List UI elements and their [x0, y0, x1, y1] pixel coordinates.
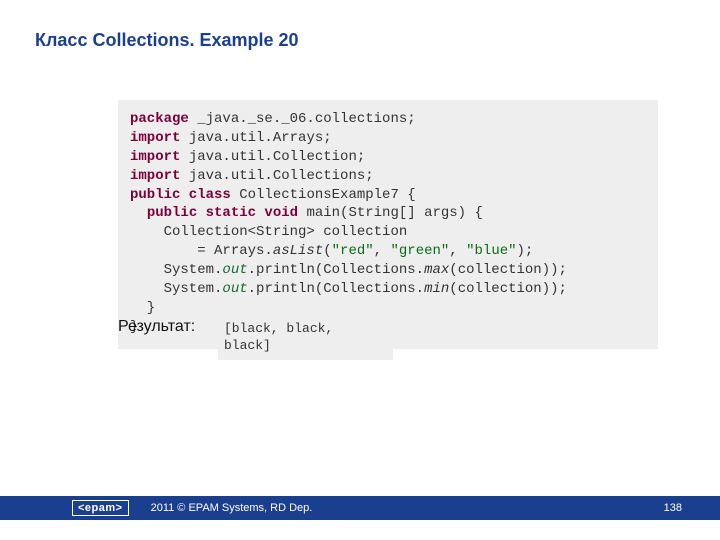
code-text: , — [449, 243, 466, 259]
code-line: = Arrays.asList("red", "green", "blue"); — [130, 242, 646, 261]
code-line: import java.util.Collection; — [130, 148, 646, 167]
field-ref: out — [222, 281, 247, 297]
keyword: public class — [130, 187, 231, 203]
keyword: import — [130, 149, 180, 165]
output-line: [black, black, — [224, 321, 387, 338]
code-line: import java.util.Arrays; — [130, 129, 646, 148]
code-line: System.out.println(Collections.max(colle… — [130, 261, 646, 280]
code-text: .println(Collections. — [248, 281, 424, 297]
code-line: } — [130, 299, 646, 318]
code-text: = Arrays. — [130, 243, 273, 259]
string-literal: "green" — [390, 243, 449, 259]
slide: Класс Collections. Example 20 package _j… — [0, 0, 720, 540]
method-name: max — [424, 262, 449, 278]
method-name: asList — [273, 243, 323, 259]
footer-copyright: 2011 © EPAM Systems, RD Dep. — [151, 502, 313, 514]
page-number: 138 — [664, 502, 682, 514]
code-text: , — [374, 243, 391, 259]
keyword: public static void — [147, 205, 298, 221]
field-ref: out — [222, 262, 247, 278]
code-text: (collection)); — [449, 262, 567, 278]
code-line: Collection<String> collection — [130, 223, 646, 242]
string-literal: "blue" — [466, 243, 516, 259]
code-text: .println(Collections. — [248, 262, 424, 278]
code-text: main(String[] args) { — [298, 205, 483, 221]
code-text: ( — [323, 243, 331, 259]
output-line: black] — [224, 338, 387, 355]
code-text: java.util.Collections; — [180, 168, 373, 184]
keyword: import — [130, 168, 180, 184]
epam-logo: <epam> — [72, 500, 129, 516]
code-text: ); — [517, 243, 534, 259]
code-line: package _java._se._06.collections; — [130, 110, 646, 129]
code-text: java.util.Collection; — [180, 149, 365, 165]
code-text: java.util.Arrays; — [180, 130, 331, 146]
code-text: CollectionsExample7 { — [231, 187, 416, 203]
slide-title: Класс Collections. Example 20 — [35, 30, 299, 51]
code-line: import java.util.Collections; — [130, 167, 646, 186]
code-text: (collection)); — [449, 281, 567, 297]
result-label: Результат: — [118, 318, 195, 336]
code-text: System. — [130, 262, 222, 278]
keyword: import — [130, 130, 180, 146]
code-block: package _java._se._06.collections; impor… — [118, 100, 658, 349]
code-line: System.out.println(Collections.min(colle… — [130, 280, 646, 299]
code-text: _java._se._06.collections; — [189, 111, 416, 127]
code-text — [130, 205, 147, 221]
code-line: public static void main(String[] args) { — [130, 204, 646, 223]
keyword: package — [130, 111, 189, 127]
code-line: public class CollectionsExample7 { — [130, 186, 646, 205]
method-name: min — [424, 281, 449, 297]
string-literal: "red" — [332, 243, 374, 259]
result-output: [black, black, black] — [218, 318, 393, 360]
code-text: System. — [130, 281, 222, 297]
footer-bar: <epam> 2011 © EPAM Systems, RD Dep. 138 — [0, 496, 720, 520]
